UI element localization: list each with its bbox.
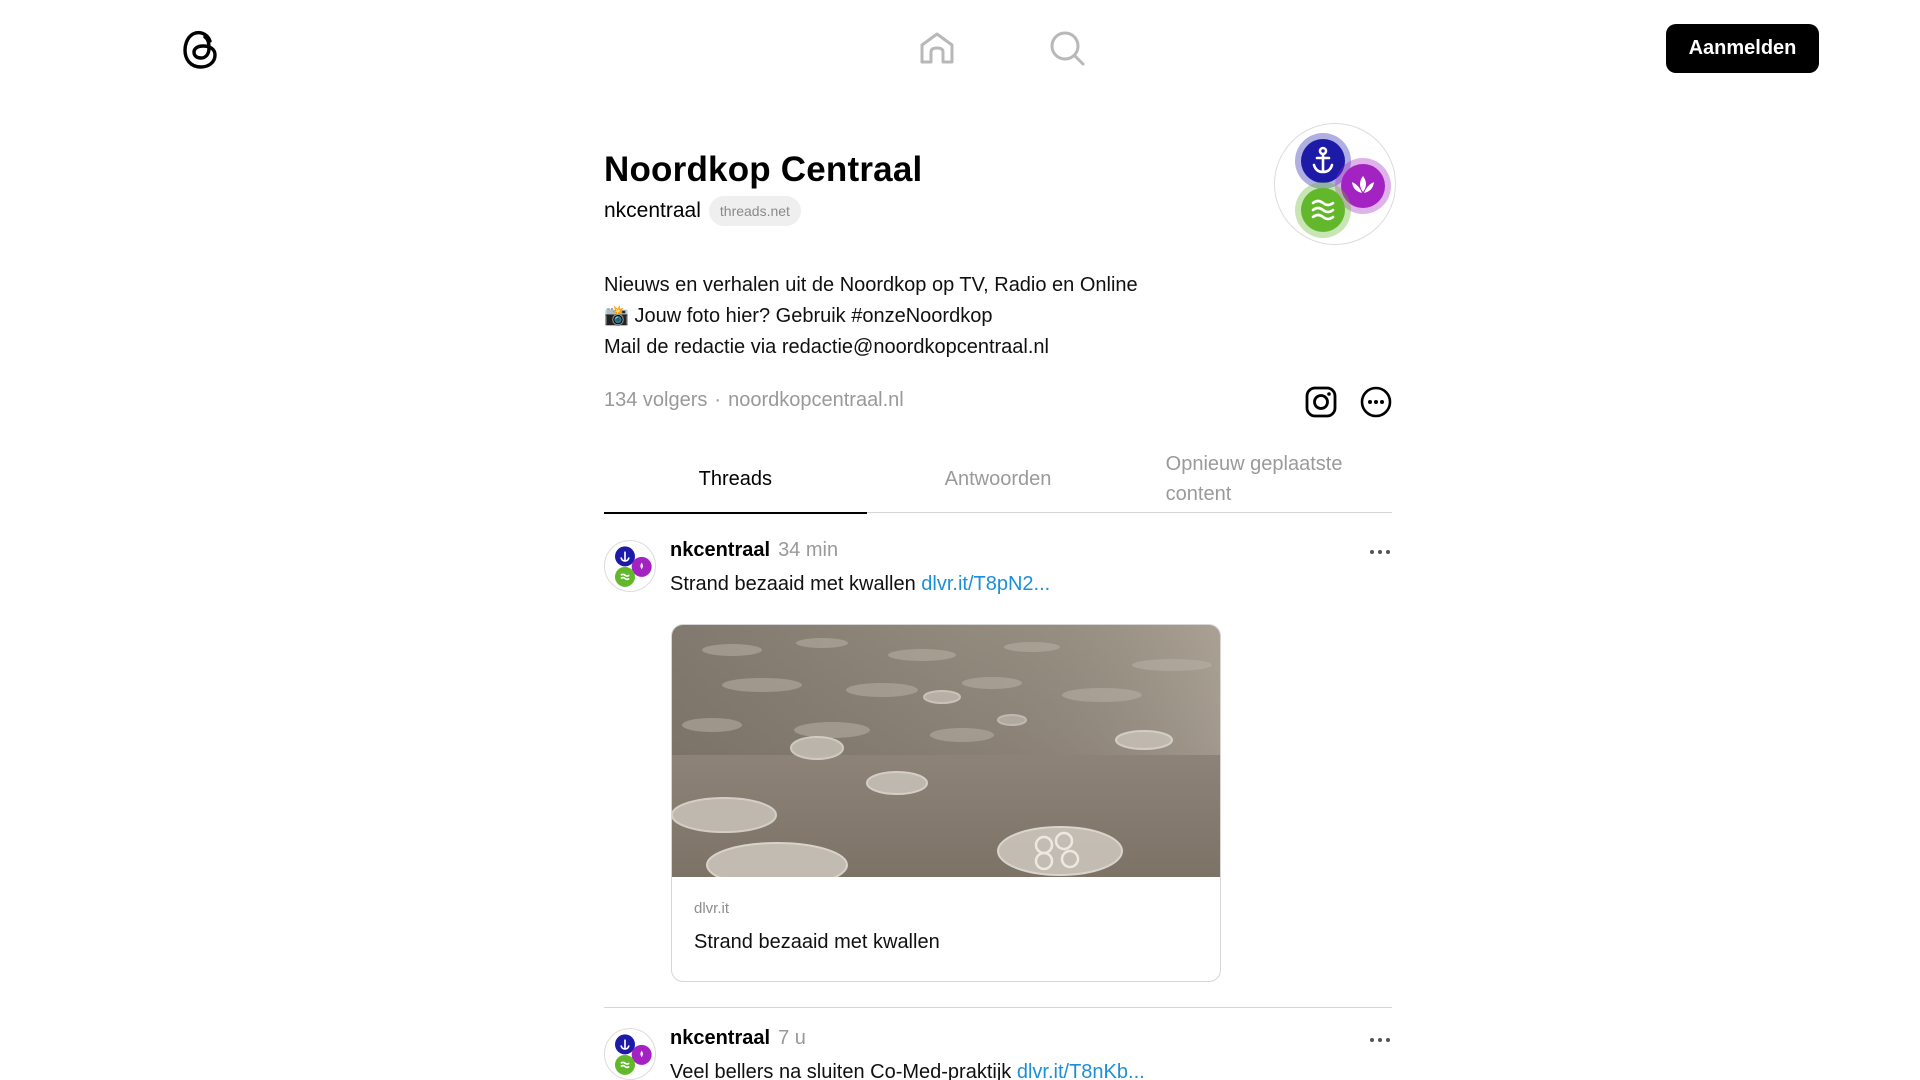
post-more-icon[interactable] (1368, 540, 1392, 564)
bio-line: Nieuws en verhalen uit de Noordkop op TV… (604, 274, 1138, 296)
instagram-icon[interactable] (1304, 385, 1338, 419)
tab-reposts[interactable]: Opnieuw geplaatste content (1129, 445, 1392, 513)
post-username[interactable]: nkcentraal (670, 539, 770, 562)
post-timestamp[interactable]: 7 u (778, 1027, 806, 1050)
post-text: Strand bezaaid met kwallen dlvr.it/T8pN2… (670, 573, 1050, 596)
meta-separator: · (714, 389, 722, 411)
login-button[interactable]: Aanmelden (1666, 24, 1819, 73)
post-header: nkcentraal 7 u (670, 1027, 806, 1050)
domain-chip[interactable]: threads.net (708, 196, 801, 226)
post[interactable]: nkcentraal 7 u Veel bellers na sluiten C… (604, 1024, 1392, 1080)
post-header: nkcentraal 34 min (670, 539, 838, 562)
profile-handle: nkcentraal (604, 199, 701, 222)
profile-avatar[interactable] (1274, 123, 1396, 245)
profile-tabs: Threads Antwoorden Opnieuw geplaatste co… (604, 445, 1392, 514)
search-icon[interactable] (1045, 26, 1089, 70)
post-text: Veel bellers na sluiten Co-Med-praktijk … (670, 1061, 1145, 1080)
profile-meta: 134 volgers · noordkopcentraal.nl (604, 389, 904, 412)
card-domain: dlvr.it (694, 900, 730, 917)
post-timestamp[interactable]: 34 min (778, 539, 838, 562)
card-title: Strand bezaaid met kwallen (694, 931, 940, 953)
more-icon[interactable] (1359, 385, 1393, 419)
website-link[interactable]: noordkopcentraal.nl (728, 389, 904, 412)
bio-line: 📸 Jouw foto hier? Gebruik #onzeNoordkop (604, 305, 993, 327)
post-caption: Veel bellers na sluiten Co-Med-praktijk (670, 1061, 1012, 1080)
post-avatar[interactable] (604, 1028, 656, 1080)
tab-replies[interactable]: Antwoorden (867, 445, 1130, 513)
profile-name: Noordkop Centraal (604, 150, 923, 189)
post-username[interactable]: nkcentraal (670, 1027, 770, 1050)
post[interactable]: nkcentraal 34 min Strand bezaaid met kwa… (604, 536, 1392, 1008)
jellyfish-beach-image (672, 625, 1220, 888)
post-caption: Strand bezaaid met kwallen (670, 573, 916, 595)
home-icon[interactable] (915, 26, 959, 70)
threads-logo-icon[interactable] (181, 27, 221, 71)
tab-threads[interactable]: Threads (604, 445, 867, 514)
post-avatar[interactable] (604, 540, 656, 592)
tab-reposts-label: Opnieuw geplaatste content (1165, 453, 1343, 505)
handle-row: nkcentraal threads.net (604, 196, 801, 226)
followers-count[interactable]: 134 volgers (604, 389, 707, 412)
link-preview-card[interactable]: dlvr.it Strand bezaaid met kwallen (671, 624, 1221, 982)
profile-bio: Nieuws en verhalen uit de Noordkop op TV… (604, 270, 1138, 363)
post-more-icon[interactable] (1368, 1028, 1392, 1052)
post-link[interactable]: dlvr.it/T8nKb... (1017, 1061, 1145, 1080)
bio-line: Mail de redactie via redactie@noordkopce… (604, 336, 1049, 358)
post-link[interactable]: dlvr.it/T8pN2... (921, 573, 1050, 595)
